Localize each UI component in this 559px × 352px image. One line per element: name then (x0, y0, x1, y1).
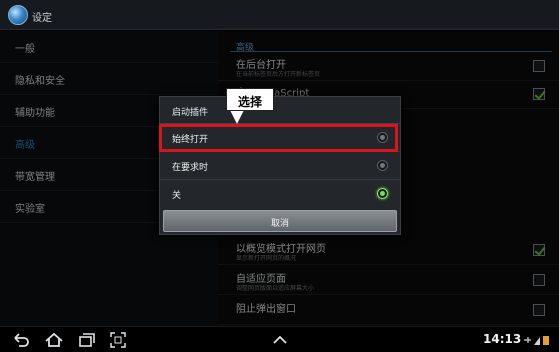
callout-label: 选择 (237, 95, 262, 109)
browser-globe-icon[interactable] (8, 5, 28, 25)
signal-icon (534, 337, 540, 345)
radio-button-selected[interactable] (377, 188, 388, 199)
title-bar: 设定 (0, 0, 559, 30)
option-label: 关 (172, 191, 182, 201)
option-on-demand[interactable]: 在要求时 (160, 152, 400, 180)
cancel-button-label: 取消 (270, 219, 289, 229)
option-label: 在要求时 (172, 163, 209, 173)
home-icon[interactable] (44, 332, 64, 348)
cancel-button[interactable]: 取消 (163, 210, 397, 232)
radio-button[interactable] (377, 160, 388, 171)
system-bar: 14:13 (0, 326, 559, 352)
up-arrow-icon[interactable] (272, 332, 288, 348)
enable-plugins-dialog: 启动插件 始终打开 在要求时 关 取消 (159, 96, 401, 235)
dialog-title: 启动插件 (172, 108, 209, 118)
annotation-callout: 选择 (226, 88, 274, 111)
callout-pointer (230, 110, 244, 124)
highlight-box (159, 124, 398, 152)
usb-icon (524, 337, 531, 343)
battery-icon (543, 336, 549, 345)
recent-apps-icon[interactable] (78, 332, 96, 348)
app-title: 设定 (32, 13, 52, 24)
status-icons (522, 334, 552, 348)
clock: 14:13 (483, 332, 522, 346)
back-icon[interactable] (12, 332, 30, 348)
screenshot-icon[interactable] (110, 332, 126, 348)
option-off[interactable]: 关 (160, 180, 400, 208)
